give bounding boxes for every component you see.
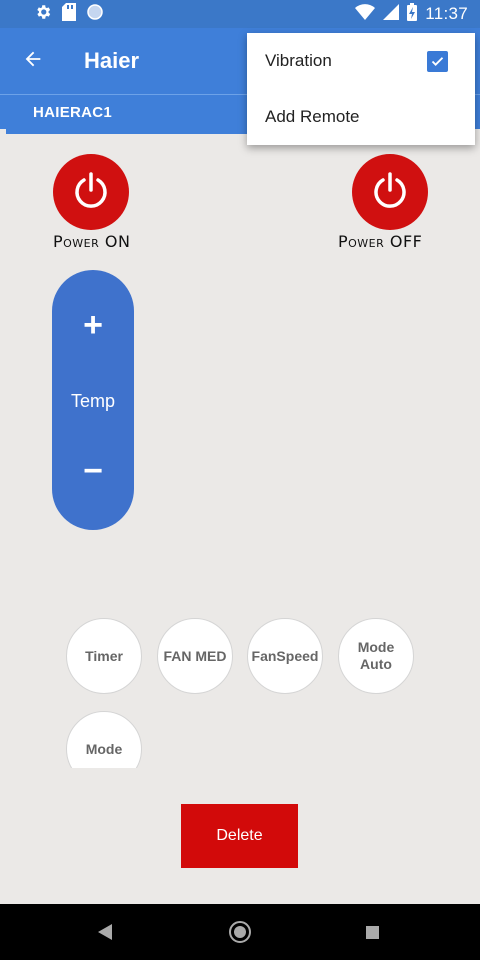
nav-recents-icon[interactable]: [366, 926, 379, 939]
vibration-checkbox[interactable]: [427, 51, 448, 72]
menu-item-vibration-label: Vibration: [265, 51, 332, 70]
delete-button[interactable]: Delete: [181, 804, 298, 868]
menu-item-add-remote[interactable]: Add Remote: [247, 89, 475, 145]
overflow-menu: Vibration Add Remote: [247, 33, 475, 145]
fan-speed-button[interactable]: FanSpeed: [247, 618, 323, 694]
mode-auto-button[interactable]: Mode Auto: [338, 618, 414, 694]
fan-speed-button-label: FanSpeed: [251, 647, 319, 664]
fan-med-button-label: FAN MED: [163, 647, 227, 664]
menu-item-vibration[interactable]: Vibration: [247, 33, 475, 89]
system-nav-bar: [0, 904, 480, 960]
timer-button[interactable]: Timer: [66, 618, 142, 694]
fan-med-button[interactable]: FAN MED: [157, 618, 233, 694]
menu-item-add-remote-label: Add Remote: [265, 107, 360, 126]
timer-button-label: Timer: [85, 647, 123, 664]
mode-button[interactable]: Mode: [66, 711, 142, 768]
mode-button-label: Mode: [85, 740, 123, 757]
nav-back-icon[interactable]: [98, 924, 112, 940]
mode-auto-button-label: Mode Auto: [357, 639, 395, 672]
nav-home-icon[interactable]: [229, 921, 251, 943]
check-icon: [431, 57, 444, 66]
